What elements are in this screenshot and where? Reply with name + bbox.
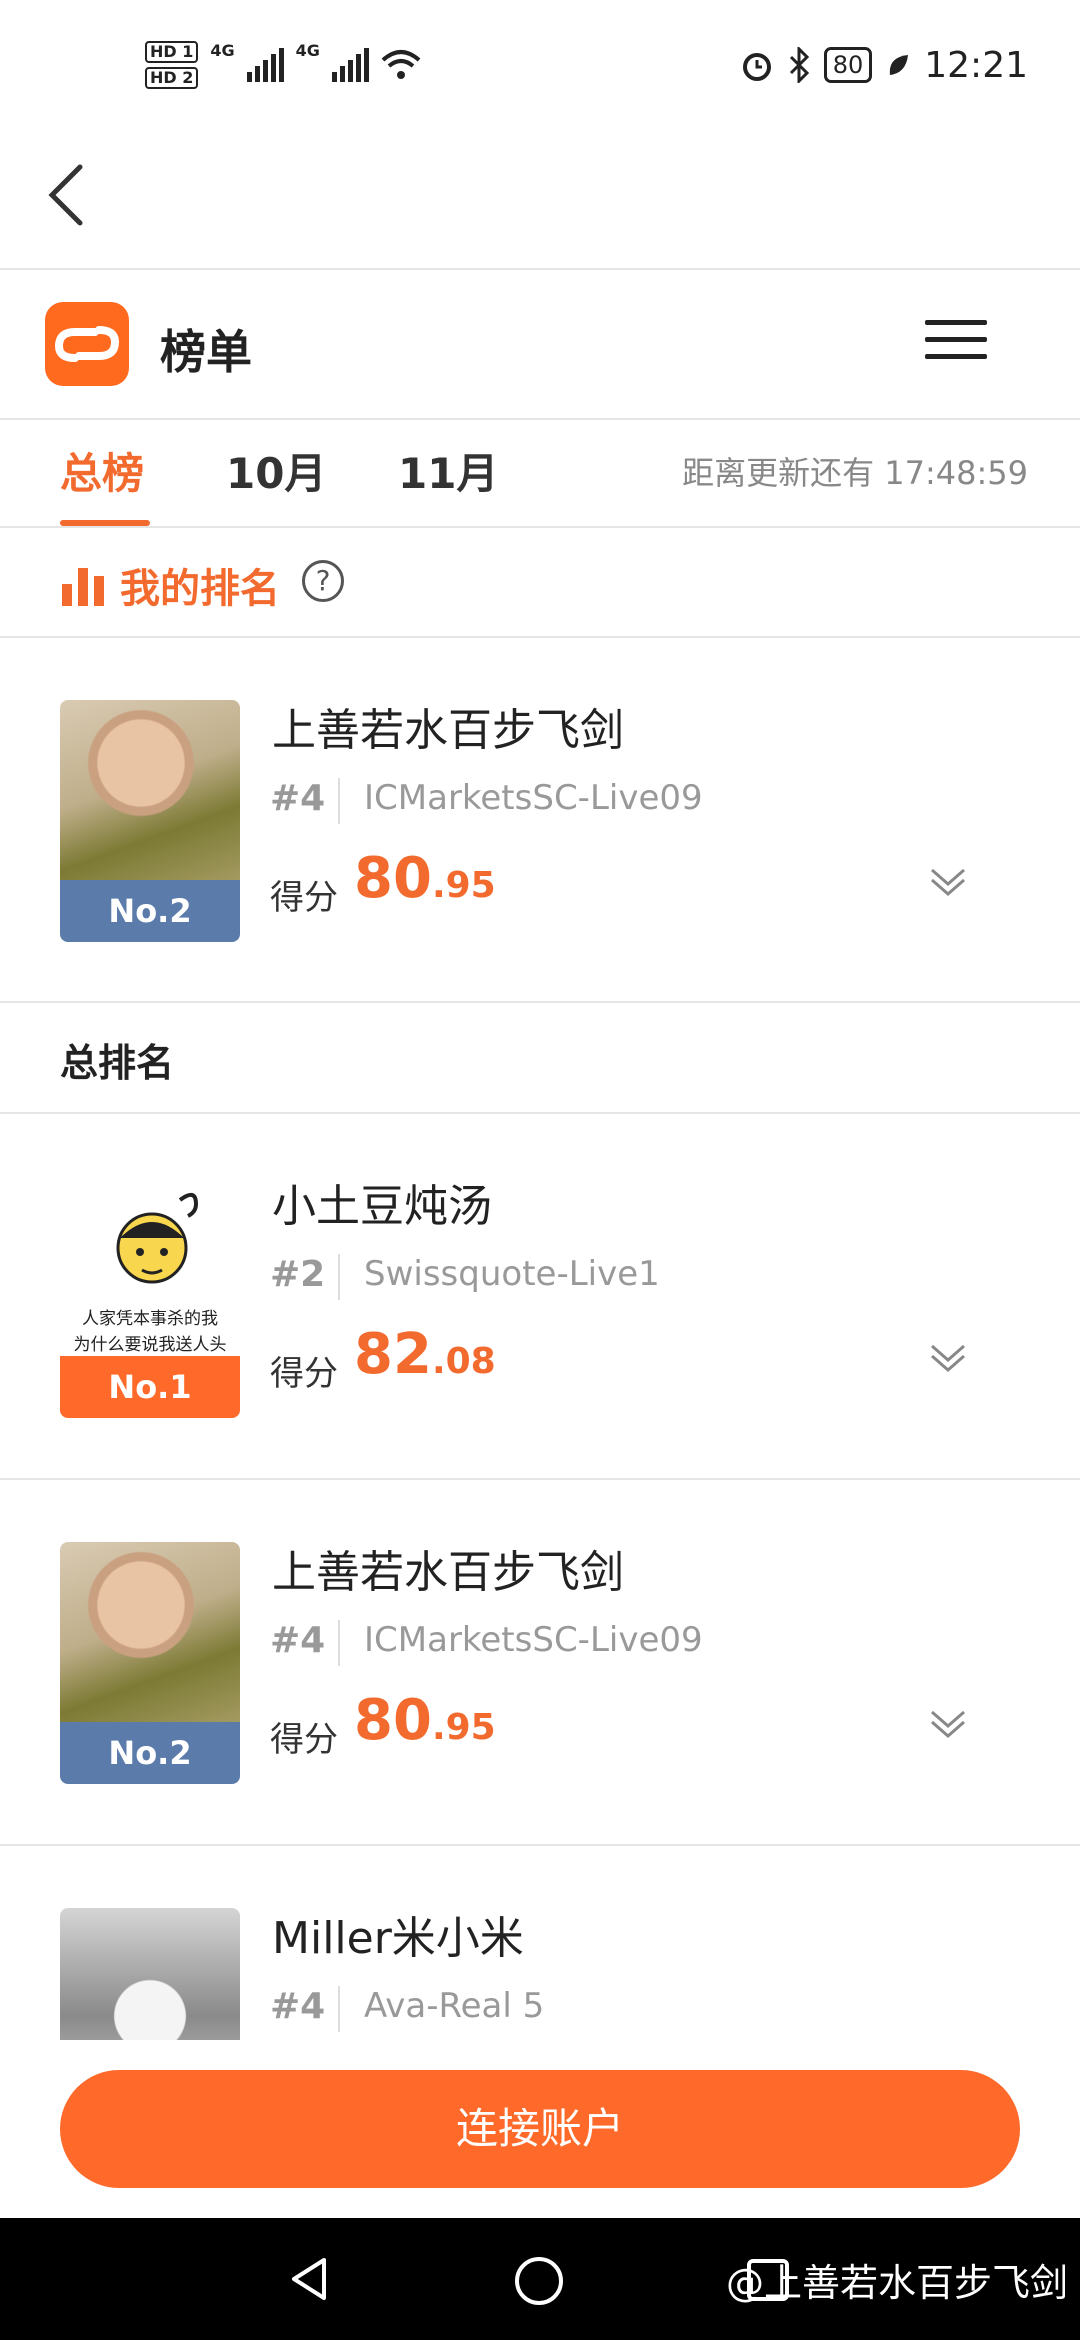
score-integer: 82 [354, 1322, 432, 1387]
battery-icon: 80 [823, 47, 873, 83]
server-name: Ava-Real 5 [364, 1986, 545, 2026]
rank-number: #4 [270, 1620, 326, 1661]
network-type-1: 4G [210, 41, 235, 60]
tab-october[interactable]: 10月 [226, 440, 326, 501]
ranking-card[interactable]: 人家凭本事杀的我 为什么要说我送人头 No.1 小土豆炖汤 #2 Swissqu… [0, 1114, 1080, 1476]
bottom-action-bar: 连接账户 [0, 2040, 1080, 2218]
tab-total[interactable]: 总榜 [60, 440, 144, 501]
my-rank-header: 我的排名 ? [0, 528, 1080, 636]
my-rank-card[interactable]: No.2 上善若水百步飞剑 #4 ICMarketsSC-Live09 得分 8… [0, 638, 1080, 1000]
server-name: ICMarketsSC-Live09 [364, 778, 703, 818]
rank-number: #4 [270, 1986, 326, 2027]
separator [338, 1254, 340, 1300]
separator [338, 778, 340, 824]
rank-number: #4 [270, 778, 326, 819]
menu-icon[interactable] [925, 320, 987, 368]
server-name: Swissquote-Live1 [364, 1254, 660, 1294]
help-icon[interactable]: ? [302, 560, 344, 602]
leaf-icon [890, 55, 909, 75]
avatar-image [60, 1542, 240, 1722]
tab-november[interactable]: 11月 [398, 440, 498, 501]
alarm-icon [742, 53, 771, 81]
home-circle-icon[interactable] [514, 2256, 564, 2306]
divider [0, 1001, 1080, 1003]
trader-name: Miller米小米 [272, 1913, 524, 1964]
avatar: 人家凭本事杀的我 为什么要说我送人头 No.1 [60, 1176, 240, 1418]
my-rank-label: 我的排名 [120, 566, 280, 612]
score-integer: 80 [354, 846, 432, 911]
score-value: 82.08 [354, 1322, 496, 1387]
score-value: 80.95 [354, 1688, 496, 1753]
signal-icon [246, 48, 284, 82]
ranking-card[interactable]: No.2 上善若水百步飞剑 #4 ICMarketsSC-Live09 得分 8… [0, 1480, 1080, 1842]
rank-badge: No.2 [60, 880, 240, 942]
watermark: @上善若水百步飞剑 [725, 2261, 1068, 2305]
network-type-2: 4G [295, 41, 320, 60]
avatar-image: 人家凭本事杀的我 为什么要说我送人头 [60, 1176, 240, 1356]
divider [0, 268, 1080, 270]
connect-account-button[interactable]: 连接账户 [60, 2070, 1020, 2188]
avatar-caption: 人家凭本事杀的我 [82, 1309, 218, 1329]
score-label: 得分 [270, 878, 338, 918]
score-decimal: .95 [431, 1707, 496, 1748]
separator [338, 1986, 340, 2032]
page-header: 榜单 [0, 272, 1080, 418]
period-tabs: 总榜 10月 11月 距离更新还有 17:48:59 [0, 420, 1080, 526]
bar-chart-icon [62, 566, 106, 606]
avatar-image [60, 700, 240, 880]
hd-indicator: HD 1 HD 2 [145, 41, 199, 89]
clock: 12:21 [924, 44, 1028, 86]
trader-name: 上善若水百步飞剑 [272, 705, 624, 756]
system-nav-bar: @上善若水百步飞剑 [0, 2218, 1080, 2340]
back-triangle-icon[interactable] [286, 2256, 332, 2302]
score-integer: 80 [354, 1688, 432, 1753]
status-bar: HD 1 HD 2 4G 4G 80 12:21 [0, 0, 1080, 130]
score-decimal: .08 [431, 1341, 496, 1382]
trader-name: 小土豆炖汤 [272, 1181, 492, 1232]
hd2-label: HD 2 [145, 67, 199, 89]
wifi-icon [381, 50, 421, 79]
rank-number: #2 [270, 1254, 326, 1295]
back-arrow-icon[interactable] [30, 155, 110, 235]
section-title: 总排名 [60, 1041, 175, 1085]
chevron-down-icon[interactable] [928, 1706, 968, 1740]
nav-bar [0, 130, 1080, 270]
app-logo [45, 302, 129, 386]
separator [338, 1620, 340, 1666]
update-countdown: 距离更新还有 17:48:59 [682, 454, 1028, 492]
avatar-caption: 为什么要说我送人头 [73, 1335, 227, 1355]
rank-badge: No.1 [60, 1356, 240, 1418]
hd1-label: HD 1 [145, 41, 199, 63]
avatar: No.2 [60, 1542, 240, 1784]
avatar: No.2 [60, 700, 240, 942]
score-label: 得分 [270, 1720, 338, 1760]
score-decimal: .95 [431, 865, 496, 906]
bluetooth-icon [789, 47, 809, 83]
chevron-down-icon[interactable] [928, 1340, 968, 1374]
score-value: 80.95 [354, 846, 496, 911]
rank-badge: No.2 [60, 1722, 240, 1784]
page-title: 榜单 [160, 325, 252, 379]
chevron-down-icon[interactable] [928, 864, 968, 898]
signal-icon [331, 48, 369, 82]
score-label: 得分 [270, 1354, 338, 1394]
trader-name: 上善若水百步飞剑 [272, 1547, 624, 1598]
server-name: ICMarketsSC-Live09 [364, 1620, 703, 1660]
